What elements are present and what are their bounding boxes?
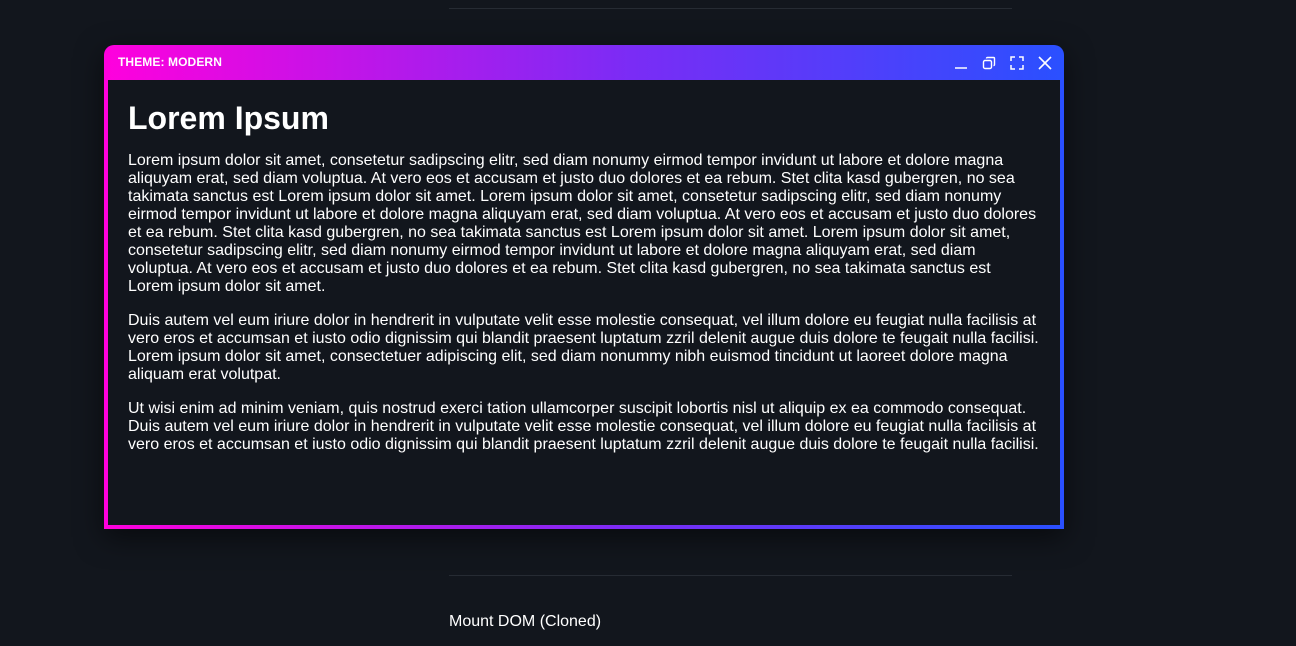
bottom-divider	[449, 575, 1012, 576]
restore-icon[interactable]	[980, 54, 998, 72]
window-controls	[942, 53, 1054, 73]
window-titlebar[interactable]: THEME: MODERN	[108, 45, 1060, 80]
top-divider	[449, 8, 1012, 9]
content-paragraph: Lorem ipsum dolor sit amet, consetetur s…	[128, 152, 1037, 295]
mount-dom-label: Mount DOM (Cloned)	[449, 613, 602, 630]
close-icon[interactable]	[1036, 54, 1054, 72]
content-heading: Lorem Ipsum	[128, 100, 329, 136]
content-paragraph: Ut wisi enim ad minim veniam, quis nostr…	[128, 400, 1039, 453]
window-title: THEME: MODERN	[118, 55, 222, 69]
modern-window[interactable]: THEME: MODERN Lorem Ipsum Lorem ipsum do…	[104, 45, 1064, 529]
content-paragraph: Duis autem vel eum iriure dolor in hendr…	[128, 312, 1039, 383]
window-content: Lorem Ipsum Lorem ipsum dolor sit amet, …	[108, 80, 1060, 525]
fullscreen-icon[interactable]	[1008, 54, 1026, 72]
minimize-icon[interactable]	[952, 54, 970, 72]
